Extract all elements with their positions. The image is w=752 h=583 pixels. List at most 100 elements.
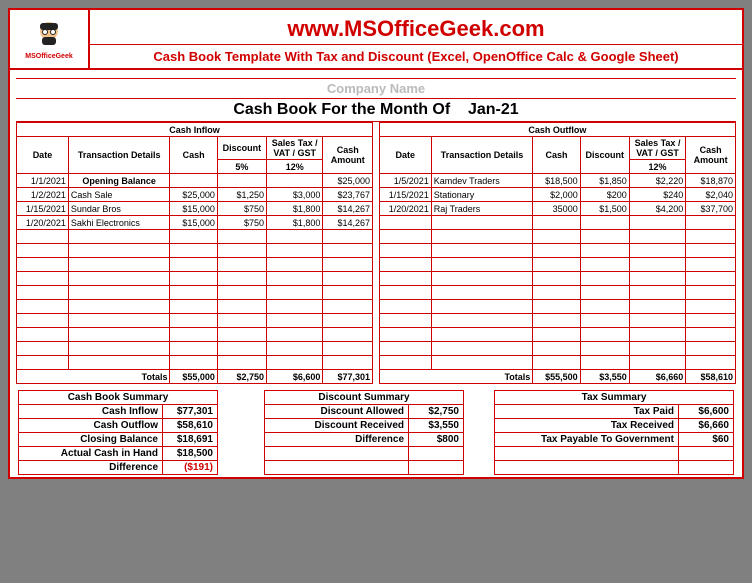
cell-discount-out[interactable]	[580, 300, 629, 314]
cell-details-in[interactable]: Sundar Bros	[68, 202, 170, 216]
cell-cash-in[interactable]	[170, 258, 217, 272]
cell-tax-out[interactable]	[629, 300, 685, 314]
cell-date-out[interactable]	[379, 272, 431, 286]
cell-amount-in[interactable]	[323, 342, 373, 356]
cell-discount-out[interactable]: $1,850	[580, 174, 629, 188]
rate-tax-in[interactable]: 12%	[266, 160, 322, 174]
cell-discount-out[interactable]	[580, 230, 629, 244]
cell-amount-out[interactable]: $37,700	[686, 202, 736, 216]
cell-details-out[interactable]	[431, 300, 533, 314]
cell-cash-in[interactable]	[170, 356, 217, 370]
cell-date-in[interactable]	[17, 244, 69, 258]
empty[interactable]	[265, 447, 409, 461]
cell-tax-out[interactable]: $4,200	[629, 202, 685, 216]
cell-details-in[interactable]	[68, 356, 170, 370]
cell-details-in[interactable]	[68, 328, 170, 342]
cell-tax-out[interactable]	[629, 244, 685, 258]
cell-date-out[interactable]: 1/20/2021	[379, 202, 431, 216]
cell-details-out[interactable]	[431, 258, 533, 272]
cell-tax-out[interactable]	[629, 216, 685, 230]
empty[interactable]	[265, 461, 409, 475]
cell-tax-in[interactable]	[266, 342, 322, 356]
cell-amount-out[interactable]	[686, 230, 736, 244]
cell-amount-in[interactable]	[323, 300, 373, 314]
cell-discount-in[interactable]	[217, 272, 266, 286]
cell-discount-out[interactable]	[580, 328, 629, 342]
cell-details-out[interactable]	[431, 216, 533, 230]
cell-details-in[interactable]: Opening Balance	[68, 174, 170, 188]
cell-details-out[interactable]	[431, 342, 533, 356]
cell-tax-out[interactable]	[629, 356, 685, 370]
cell-details-out[interactable]	[431, 356, 533, 370]
cell-amount-out[interactable]	[686, 356, 736, 370]
cell-cash-out[interactable]	[533, 258, 580, 272]
cell-tax-out[interactable]: $2,220	[629, 174, 685, 188]
cell-tax-in[interactable]: $3,000	[266, 188, 322, 202]
cell-amount-out[interactable]	[686, 328, 736, 342]
cell-cash-out[interactable]	[533, 244, 580, 258]
cell-discount-in[interactable]	[217, 314, 266, 328]
cell-discount-out[interactable]: $1,500	[580, 202, 629, 216]
cell-cash-in[interactable]	[170, 230, 217, 244]
cell-discount-out[interactable]	[580, 342, 629, 356]
cell-date-in[interactable]	[17, 314, 69, 328]
cell-cash-out[interactable]: $2,000	[533, 188, 580, 202]
cell-date-in[interactable]	[17, 356, 69, 370]
cell-date-in[interactable]	[17, 328, 69, 342]
empty[interactable]	[409, 461, 464, 475]
cell-date-out[interactable]	[379, 356, 431, 370]
cell-tax-in[interactable]	[266, 174, 322, 188]
cell-amount-in[interactable]: $23,767	[323, 188, 373, 202]
cell-cash-out[interactable]	[533, 342, 580, 356]
cell-amount-in[interactable]: $14,267	[323, 202, 373, 216]
cell-discount-in[interactable]	[217, 286, 266, 300]
cell-discount-in[interactable]	[217, 244, 266, 258]
cell-date-out[interactable]: 1/15/2021	[379, 188, 431, 202]
cell-details-in[interactable]	[68, 314, 170, 328]
cell-date-in[interactable]	[17, 230, 69, 244]
cell-cash-in[interactable]	[170, 174, 217, 188]
cell-details-in[interactable]	[68, 230, 170, 244]
empty[interactable]	[679, 461, 734, 475]
cell-date-out[interactable]	[379, 300, 431, 314]
cell-discount-out[interactable]	[580, 272, 629, 286]
cell-amount-out[interactable]: $2,040	[686, 188, 736, 202]
cell-cash-in[interactable]: $15,000	[170, 216, 217, 230]
cell-date-out[interactable]	[379, 314, 431, 328]
cell-details-in[interactable]	[68, 258, 170, 272]
cell-cash-in[interactable]	[170, 300, 217, 314]
cell-date-out[interactable]	[379, 230, 431, 244]
cell-amount-out[interactable]: $18,870	[686, 174, 736, 188]
cell-details-in[interactable]	[68, 244, 170, 258]
cell-amount-in[interactable]	[323, 258, 373, 272]
cell-details-out[interactable]: Raj Traders	[431, 202, 533, 216]
cell-discount-in[interactable]	[217, 300, 266, 314]
cell-amount-out[interactable]	[686, 286, 736, 300]
cell-tax-out[interactable]	[629, 230, 685, 244]
cell-tax-in[interactable]	[266, 258, 322, 272]
cell-date-in[interactable]	[17, 258, 69, 272]
cell-amount-out[interactable]	[686, 314, 736, 328]
cell-details-out[interactable]: Stationary	[431, 188, 533, 202]
cell-details-out[interactable]	[431, 244, 533, 258]
cell-cash-in[interactable]	[170, 244, 217, 258]
cell-cash-out[interactable]	[533, 230, 580, 244]
month-value[interactable]: Jan-21	[468, 101, 519, 118]
cell-amount-out[interactable]	[686, 216, 736, 230]
cell-details-out[interactable]	[431, 230, 533, 244]
cell-discount-in[interactable]	[217, 230, 266, 244]
cell-discount-in[interactable]	[217, 328, 266, 342]
rate-tax-out[interactable]: 12%	[629, 160, 685, 174]
cell-date-out[interactable]	[379, 286, 431, 300]
cell-amount-in[interactable]: $14,267	[323, 216, 373, 230]
cell-cash-in[interactable]: $15,000	[170, 202, 217, 216]
cell-discount-out[interactable]	[580, 258, 629, 272]
cell-discount-out[interactable]	[580, 216, 629, 230]
cell-details-out[interactable]	[431, 272, 533, 286]
cell-amount-in[interactable]	[323, 272, 373, 286]
cell-tax-in[interactable]	[266, 230, 322, 244]
cell-date-in[interactable]	[17, 286, 69, 300]
cell-amount-in[interactable]	[323, 314, 373, 328]
cell-discount-out[interactable]	[580, 314, 629, 328]
cell-details-in[interactable]: Sakhi Electronics	[68, 216, 170, 230]
